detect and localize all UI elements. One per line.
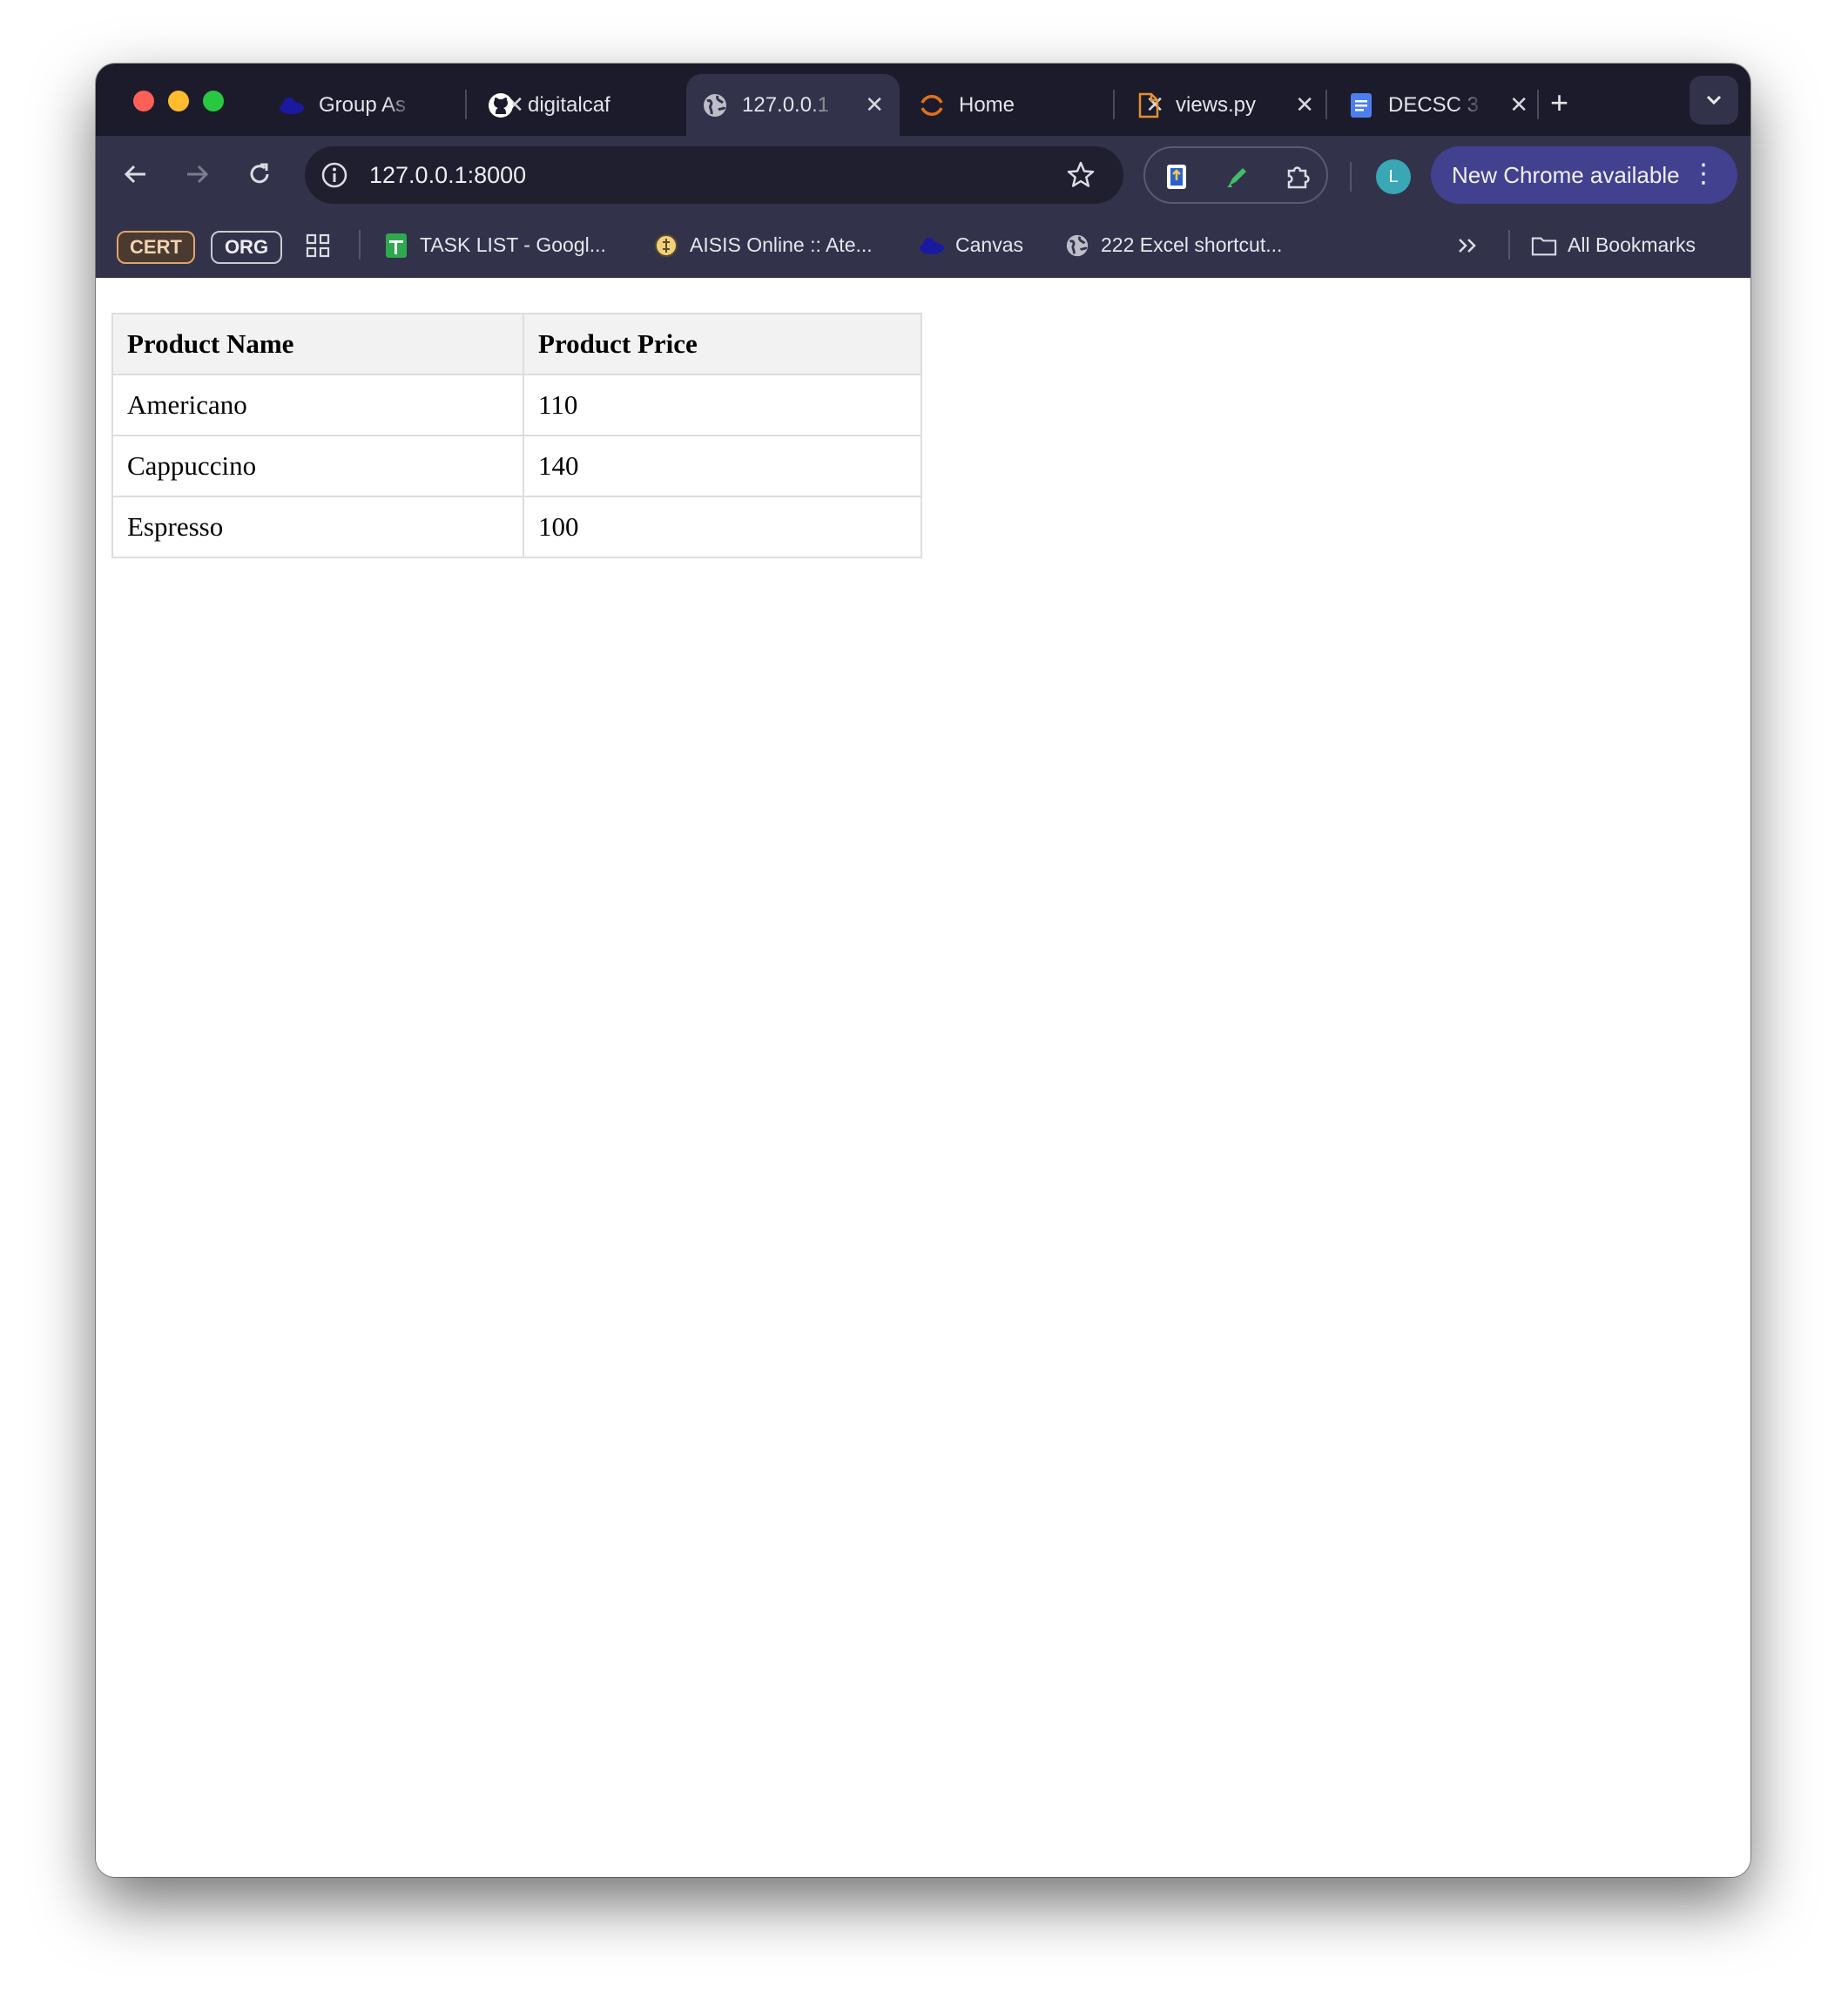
tab-close-icon[interactable]: ✕ [1295, 91, 1314, 118]
table-row: Espresso 100 [111, 496, 922, 558]
sheets-icon [383, 233, 409, 259]
tab-close-icon[interactable]: ✕ [865, 91, 884, 118]
forward-button[interactable] [181, 159, 212, 190]
product-table: Product Name Product Price Americano 110… [111, 313, 922, 558]
tab-strip: Group As ✕ digitalcaf ✕ 127.0.0.1 ✕ Home [96, 64, 1750, 136]
bookmark-canvas[interactable]: Canvas [919, 213, 1023, 278]
column-header-product-name: Product Name [111, 313, 525, 375]
toolbar: 127.0.0.1:8000 L New Chrome available ⋮ [96, 136, 1750, 213]
extension-bitwarden-icon[interactable] [1161, 161, 1192, 192]
back-button[interactable] [120, 159, 152, 190]
table-header-row: Product Name Product Price [111, 313, 922, 375]
close-window-button[interactable] [133, 91, 154, 111]
reload-button[interactable] [244, 159, 275, 190]
page-content: Product Name Product Price Americano 110… [96, 278, 1750, 1877]
site-info-icon[interactable] [320, 161, 348, 189]
toolbar-separator [1350, 162, 1352, 192]
apps-button[interactable] [305, 213, 331, 278]
update-button-label: New Chrome available [1452, 161, 1680, 188]
extensions-puzzle-icon[interactable] [1283, 161, 1314, 192]
column-header-product-price: Product Price [523, 313, 922, 375]
tab-title: Home [959, 92, 1015, 117]
tab-separator [465, 90, 467, 119]
product-price-cell: 140 [523, 435, 922, 497]
profile-avatar[interactable]: L [1376, 159, 1411, 194]
aisis-icon [653, 233, 679, 259]
all-bookmarks-button[interactable]: All Bookmarks [1531, 213, 1696, 278]
bookmarks-overflow-button[interactable] [1456, 213, 1479, 278]
loading-spinner-icon [919, 92, 945, 118]
folder-icon [1531, 233, 1557, 259]
tab-title: 127.0.0.1 [742, 92, 830, 117]
product-name-cell: Americano [111, 374, 525, 436]
github-icon [488, 92, 514, 118]
bookmark-chip-org[interactable]: ORG [211, 231, 282, 264]
bookmark-label: TASK LIST - Googl... [420, 233, 606, 256]
arrow-left-icon [124, 165, 145, 184]
globe-icon [1064, 233, 1090, 259]
tab-separator [1113, 90, 1115, 119]
arrow-right-icon [187, 165, 209, 184]
globe-icon [702, 92, 728, 118]
bookmark-label: Canvas [955, 233, 1023, 256]
bookmarks-separator [1508, 230, 1510, 260]
browser-window: Group As ✕ digitalcaf ✕ 127.0.0.1 ✕ Home [96, 64, 1750, 1877]
product-price-cell: 100 [523, 496, 922, 558]
apps-grid-icon [306, 233, 330, 257]
cloud-icon [919, 233, 945, 259]
tab-views-py[interactable]: views.py ✕ [1116, 74, 1330, 136]
bookmark-label: AISIS Online :: Ate... [690, 233, 873, 256]
table-row: Americano 110 [111, 374, 922, 436]
url-text[interactable]: 127.0.0.1:8000 [369, 162, 526, 189]
bookmarks-bar: CERT ORG TASK LIST - Googl... AISIS Onli… [96, 213, 1750, 278]
extensions-group [1143, 146, 1328, 204]
star-icon[interactable] [1066, 160, 1096, 190]
docs-icon [1348, 92, 1374, 118]
tab-close-icon[interactable]: ✕ [1509, 91, 1528, 118]
new-chrome-available-button[interactable]: New Chrome available ⋮ [1431, 146, 1737, 204]
all-bookmarks-label: All Bookmarks [1568, 233, 1696, 256]
bookmark-chip-cert[interactable]: CERT [117, 231, 195, 264]
tab-separator [1325, 90, 1327, 119]
chevron-down-icon [1706, 95, 1722, 105]
bookmark-task-list[interactable]: TASK LIST - Googl... [383, 213, 606, 278]
product-name-cell: Cappuccino [111, 435, 525, 497]
file-icon [1136, 92, 1162, 118]
tab-title: views.py [1176, 92, 1257, 117]
minimize-window-button[interactable] [168, 91, 189, 111]
product-name-cell: Espresso [111, 496, 525, 558]
bookmark-excel-shortcuts[interactable]: 222 Excel shortcut... [1064, 213, 1282, 278]
tab-decsc[interactable]: DECSC 3 ✕ [1331, 74, 1544, 136]
product-price-cell: 110 [523, 374, 922, 436]
double-chevron-right-icon [1459, 238, 1476, 253]
reload-icon [250, 163, 269, 184]
kebab-menu-icon[interactable]: ⋮ [1690, 160, 1716, 188]
maximize-window-button[interactable] [203, 91, 224, 111]
cloud-icon [279, 92, 305, 118]
bookmark-label: 222 Excel shortcut... [1101, 233, 1283, 256]
tab-separator [1537, 90, 1539, 119]
tab-localhost[interactable]: 127.0.0.1 ✕ [686, 74, 900, 136]
extension-highlighter-icon[interactable] [1222, 161, 1253, 192]
tab-title: digitalcaf [528, 92, 610, 117]
new-tab-button[interactable]: + [1550, 87, 1568, 118]
address-bar[interactable]: 127.0.0.1:8000 [305, 146, 1123, 204]
table-row: Cappuccino 140 [111, 435, 922, 497]
bookmarks-separator [359, 230, 361, 260]
tab-title: Group As [319, 92, 407, 117]
bookmark-aisis[interactable]: AISIS Online :: Ate... [653, 213, 873, 278]
tab-search-button[interactable] [1690, 76, 1738, 125]
tab-title: DECSC 3 [1388, 92, 1480, 117]
